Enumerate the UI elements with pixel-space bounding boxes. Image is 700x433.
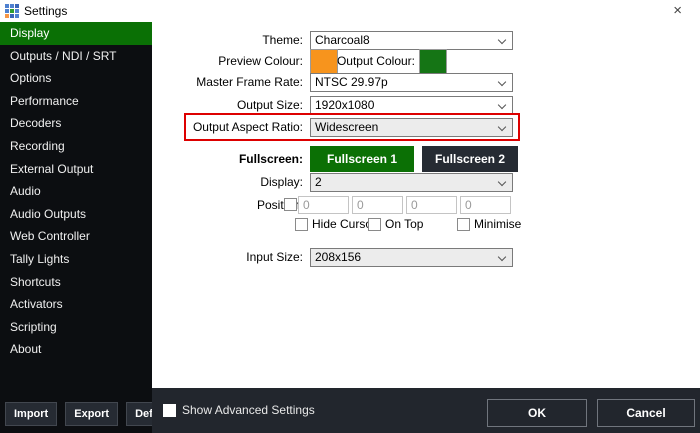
sidebar-item-audio[interactable]: Audio xyxy=(0,180,152,203)
sidebar: Display Outputs / NDI / SRT Options Perf… xyxy=(0,22,152,433)
display-settings-panel: Theme: Charcoal8 Preview Colour: Output … xyxy=(152,22,700,388)
chevron-down-icon xyxy=(498,253,506,261)
theme-value: Charcoal8 xyxy=(315,33,370,47)
sidebar-item-shortcuts[interactable]: Shortcuts xyxy=(0,271,152,294)
chevron-down-icon xyxy=(498,78,506,86)
advanced-settings-option: Show Advanced Settings xyxy=(163,403,315,417)
position-label: Position: xyxy=(152,196,303,215)
sidebar-item-audio-outputs[interactable]: Audio Outputs xyxy=(0,203,152,226)
footer-bar: Show Advanced Settings OK Cancel xyxy=(152,388,700,433)
output-aspect-ratio-label: Output Aspect Ratio: xyxy=(152,118,303,137)
master-frame-rate-value: NTSC 29.97p xyxy=(315,75,388,89)
on-top-checkbox[interactable] xyxy=(368,218,381,231)
position-x-input[interactable] xyxy=(298,196,349,214)
sidebar-item-options[interactable]: Options xyxy=(0,67,152,90)
show-advanced-settings-checkbox[interactable] xyxy=(163,404,176,417)
preview-colour-label: Preview Colour: xyxy=(152,52,303,71)
hide-cursor-label: Hide Cursor xyxy=(312,217,376,231)
input-size-dropdown[interactable]: 208x156 xyxy=(310,248,513,267)
master-frame-rate-label: Master Frame Rate: xyxy=(152,73,303,92)
chevron-down-icon xyxy=(498,178,506,186)
position-checkbox[interactable] xyxy=(284,198,297,211)
show-advanced-settings-label: Show Advanced Settings xyxy=(182,403,315,417)
output-size-value: 1920x1080 xyxy=(315,98,374,112)
settings-window: Settings × Display Outputs / NDI / SRT O… xyxy=(0,0,700,433)
chevron-down-icon xyxy=(498,36,506,44)
theme-label: Theme: xyxy=(152,31,303,50)
sidebar-item-recording[interactable]: Recording xyxy=(0,135,152,158)
minimise-option: Minimise xyxy=(457,217,521,231)
output-aspect-ratio-dropdown[interactable]: Widescreen xyxy=(310,118,513,137)
vmix-grid-icon xyxy=(5,4,19,18)
sidebar-item-external-output[interactable]: External Output xyxy=(0,158,152,181)
on-top-label: On Top xyxy=(385,217,423,231)
output-size-dropdown[interactable]: 1920x1080 xyxy=(310,96,513,115)
display-value: 2 xyxy=(315,175,322,189)
position-y-input[interactable] xyxy=(352,196,403,214)
input-size-label: Input Size: xyxy=(152,248,303,267)
sidebar-item-activators[interactable]: Activators xyxy=(0,293,152,316)
minimise-checkbox[interactable] xyxy=(457,218,470,231)
input-size-value: 208x156 xyxy=(315,250,361,264)
fullscreen-2-button[interactable]: Fullscreen 2 xyxy=(422,146,518,172)
theme-dropdown[interactable]: Charcoal8 xyxy=(310,31,513,50)
position-width-input[interactable] xyxy=(406,196,457,214)
close-icon[interactable]: × xyxy=(673,3,682,19)
cancel-button[interactable]: Cancel xyxy=(597,399,695,427)
sidebar-item-scripting[interactable]: Scripting xyxy=(0,316,152,339)
ok-button[interactable]: OK xyxy=(487,399,587,427)
sidebar-item-tally-lights[interactable]: Tally Lights xyxy=(0,248,152,271)
hide-cursor-option: Hide Cursor xyxy=(295,217,376,231)
output-size-label: Output Size: xyxy=(152,96,303,115)
sidebar-item-about[interactable]: About xyxy=(0,338,152,361)
chevron-down-icon xyxy=(498,123,506,131)
output-colour-label: Output Colour: xyxy=(312,52,415,71)
hide-cursor-checkbox[interactable] xyxy=(295,218,308,231)
master-frame-rate-dropdown[interactable]: NTSC 29.97p xyxy=(310,73,513,92)
import-button[interactable]: Import xyxy=(5,402,57,426)
sidebar-item-outputs-ndi-srt[interactable]: Outputs / NDI / SRT xyxy=(0,45,152,68)
output-colour-swatch[interactable] xyxy=(419,49,447,74)
export-button[interactable]: Export xyxy=(65,402,118,426)
minimise-label: Minimise xyxy=(474,217,521,231)
display-label: Display: xyxy=(152,173,303,192)
sidebar-item-performance[interactable]: Performance xyxy=(0,90,152,113)
fullscreen-1-button[interactable]: Fullscreen 1 xyxy=(310,146,414,172)
display-dropdown[interactable]: 2 xyxy=(310,173,513,192)
window-title: Settings xyxy=(24,4,67,18)
title-bar: Settings × xyxy=(0,0,700,22)
sidebar-item-display[interactable]: Display xyxy=(0,22,152,45)
sidebar-item-decoders[interactable]: Decoders xyxy=(0,112,152,135)
fullscreen-label: Fullscreen: xyxy=(152,150,303,169)
position-height-input[interactable] xyxy=(460,196,511,214)
sidebar-item-web-controller[interactable]: Web Controller xyxy=(0,225,152,248)
on-top-option: On Top xyxy=(368,217,423,231)
output-aspect-ratio-value: Widescreen xyxy=(315,120,378,134)
chevron-down-icon xyxy=(498,101,506,109)
